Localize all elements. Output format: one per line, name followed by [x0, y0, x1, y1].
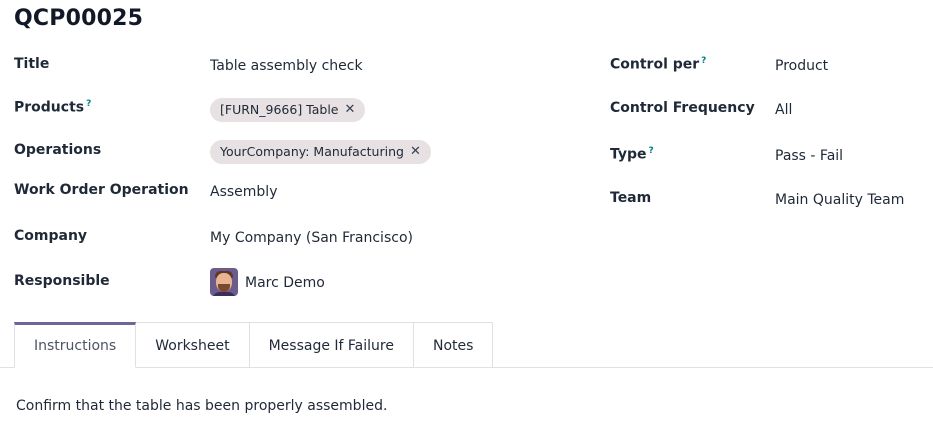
type-field[interactable]: Pass - Fail [775, 148, 843, 164]
tab-worksheet[interactable]: Worksheet [136, 322, 250, 368]
product-tag: [FURN_9666] Table ✕ [210, 98, 366, 122]
control-frequency-label: Control Frequency [610, 100, 755, 116]
responsible-label: Responsible [14, 273, 110, 289]
operation-tag: YourCompany: Manufacturing ✕ [210, 140, 431, 164]
control-per-label: Control per? [610, 56, 706, 73]
products-label: Products? [14, 99, 91, 116]
team-field[interactable]: Main Quality Team [775, 192, 904, 208]
control-per-field[interactable]: Product [775, 58, 828, 74]
user-avatar-icon [210, 268, 238, 296]
operations-label: Operations [14, 142, 102, 158]
tab-instructions[interactable]: Instructions [14, 322, 137, 368]
operation-tag-label: YourCompany: Manufacturing [220, 144, 404, 159]
close-icon[interactable]: ✕ [410, 140, 421, 164]
control-per-label-text: Control per [610, 56, 700, 73]
control-frequency-field[interactable]: All [775, 102, 792, 118]
products-label-text: Products [14, 99, 85, 116]
close-icon[interactable]: ✕ [345, 98, 356, 122]
control-per-help-icon[interactable]: ? [701, 56, 706, 66]
record-title: QCP00025 [14, 6, 144, 31]
company-field[interactable]: My Company (San Francisco) [210, 230, 413, 246]
notebook-tabs: Instructions Worksheet Message If Failur… [14, 322, 494, 368]
company-label: Company [14, 228, 88, 244]
products-help-icon[interactable]: ? [86, 99, 91, 109]
responsible-field[interactable]: Marc Demo [245, 275, 325, 291]
type-help-icon[interactable]: ? [649, 146, 654, 156]
type-label: Type? [610, 146, 654, 163]
work-order-operation-field[interactable]: Assembly [210, 184, 277, 200]
product-tag-label: [FURN_9666] Table [220, 102, 339, 117]
type-label-text: Type [610, 146, 647, 163]
tab-notes[interactable]: Notes [413, 322, 494, 368]
title-label: Title [14, 56, 50, 72]
instructions-text[interactable]: Confirm that the table has been properly… [16, 398, 387, 414]
team-label: Team [610, 190, 652, 206]
work-order-operation-label: Work Order Operation [14, 182, 189, 198]
title-field[interactable]: Table assembly check [210, 58, 363, 74]
tab-message-if-failure[interactable]: Message If Failure [249, 322, 414, 368]
